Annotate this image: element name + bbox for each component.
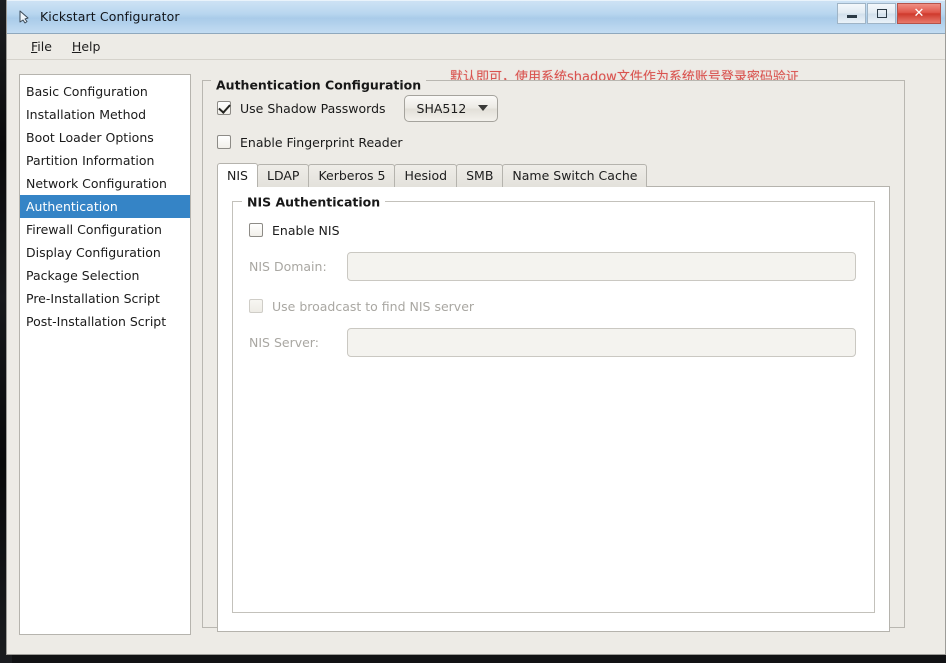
authentication-configuration-title: Authentication Configuration bbox=[211, 77, 427, 93]
nis-server-label: NIS Server: bbox=[249, 335, 319, 350]
minimize-icon bbox=[846, 15, 857, 18]
enable-fingerprint-reader-label: Enable Fingerprint Reader bbox=[240, 134, 403, 150]
menu-help-mnemonic: H bbox=[71, 39, 82, 54]
nis-domain-label: NIS Domain: bbox=[249, 259, 327, 274]
menu-help[interactable]: Help bbox=[62, 36, 111, 57]
window-body: Basic Configuration Installation Method … bbox=[7, 60, 945, 654]
chevron-down-icon bbox=[478, 105, 489, 111]
password-hash-value: SHA512 bbox=[416, 100, 467, 116]
nis-tab-panel: NIS Authentication Enable NIS NIS Domain… bbox=[217, 186, 890, 632]
configuration-section-list[interactable]: Basic Configuration Installation Method … bbox=[19, 74, 191, 635]
nis-authentication-group: NIS Authentication Enable NIS NIS Domain… bbox=[232, 194, 875, 613]
authentication-tab-strip: NIS LDAP Kerberos 5 Hesiod SMB Name Swit… bbox=[217, 163, 890, 187]
use-broadcast-checkbox[interactable] bbox=[249, 299, 263, 313]
maximize-button[interactable] bbox=[867, 3, 896, 24]
sidebar-item-basic-configuration[interactable]: Basic Configuration bbox=[20, 80, 190, 103]
sidebar-item-installation-method[interactable]: Installation Method bbox=[20, 103, 190, 126]
content-pane: 默认即可，使用系统shadow文件作为系统账号登录密码验证 Authentica… bbox=[202, 68, 935, 642]
use-broadcast-label: Use broadcast to find NIS server bbox=[272, 298, 475, 314]
menu-file[interactable]: File bbox=[21, 36, 62, 57]
close-button[interactable]: ✕ bbox=[897, 3, 941, 24]
enable-nis-row: Enable NIS bbox=[249, 218, 856, 242]
tab-hesiod[interactable]: Hesiod bbox=[394, 164, 458, 187]
maximize-icon bbox=[876, 9, 887, 18]
sidebar-item-display-configuration[interactable]: Display Configuration bbox=[20, 241, 190, 264]
sidebar-item-partition-information[interactable]: Partition Information bbox=[20, 149, 190, 172]
menu-file-rest: ile bbox=[37, 39, 52, 54]
tab-nis[interactable]: NIS bbox=[217, 163, 258, 187]
kickstart-configurator-window: Kickstart Configurator ✕ File Help Basic… bbox=[6, 0, 946, 655]
password-hash-dropdown[interactable]: SHA512 bbox=[403, 94, 499, 122]
window-title: Kickstart Configurator bbox=[40, 9, 180, 24]
authentication-configuration-group: Authentication Configuration Use Shadow … bbox=[202, 77, 905, 632]
use-shadow-passwords-checkbox[interactable] bbox=[217, 101, 231, 115]
desktop-background: Kickstart Configurator ✕ File Help Basic… bbox=[0, 0, 946, 663]
nis-authentication-title: NIS Authentication bbox=[242, 194, 386, 210]
tab-smb[interactable]: SMB bbox=[456, 164, 504, 187]
enable-nis-label: Enable NIS bbox=[272, 222, 340, 238]
enable-fingerprint-reader-row: Enable Fingerprint Reader bbox=[217, 129, 890, 155]
use-shadow-passwords-row: Use Shadow Passwords SHA512 bbox=[217, 94, 890, 122]
sidebar-item-post-installation-script[interactable]: Post-Installation Script bbox=[20, 310, 190, 333]
nis-domain-input[interactable] bbox=[347, 252, 856, 281]
window-controls: ✕ bbox=[837, 3, 941, 24]
sidebar-item-pre-installation-script[interactable]: Pre-Installation Script bbox=[20, 287, 190, 310]
sidebar-item-authentication[interactable]: Authentication bbox=[20, 195, 190, 218]
sidebar-item-package-selection[interactable]: Package Selection bbox=[20, 264, 190, 287]
minimize-button[interactable] bbox=[837, 3, 866, 24]
tab-name-switch-cache[interactable]: Name Switch Cache bbox=[502, 164, 648, 187]
use-broadcast-row: Use broadcast to find NIS server bbox=[249, 294, 856, 318]
use-shadow-passwords-label: Use Shadow Passwords bbox=[240, 100, 386, 116]
menu-help-rest: elp bbox=[81, 39, 101, 54]
menu-bar: File Help bbox=[7, 34, 945, 60]
enable-nis-checkbox[interactable] bbox=[249, 223, 263, 237]
sidebar-item-network-configuration[interactable]: Network Configuration bbox=[20, 172, 190, 195]
enable-fingerprint-reader-checkbox[interactable] bbox=[217, 135, 231, 149]
sidebar-item-firewall-configuration[interactable]: Firewall Configuration bbox=[20, 218, 190, 241]
title-bar: Kickstart Configurator ✕ bbox=[7, 0, 945, 34]
nis-server-input[interactable] bbox=[347, 328, 856, 357]
nis-domain-row: NIS Domain: bbox=[249, 252, 856, 281]
app-icon bbox=[17, 9, 33, 25]
close-icon: ✕ bbox=[913, 6, 925, 21]
tab-ldap[interactable]: LDAP bbox=[256, 164, 310, 187]
tab-kerberos-5[interactable]: Kerberos 5 bbox=[308, 164, 396, 187]
sidebar-item-boot-loader-options[interactable]: Boot Loader Options bbox=[20, 126, 190, 149]
nis-server-row: NIS Server: bbox=[249, 328, 856, 357]
